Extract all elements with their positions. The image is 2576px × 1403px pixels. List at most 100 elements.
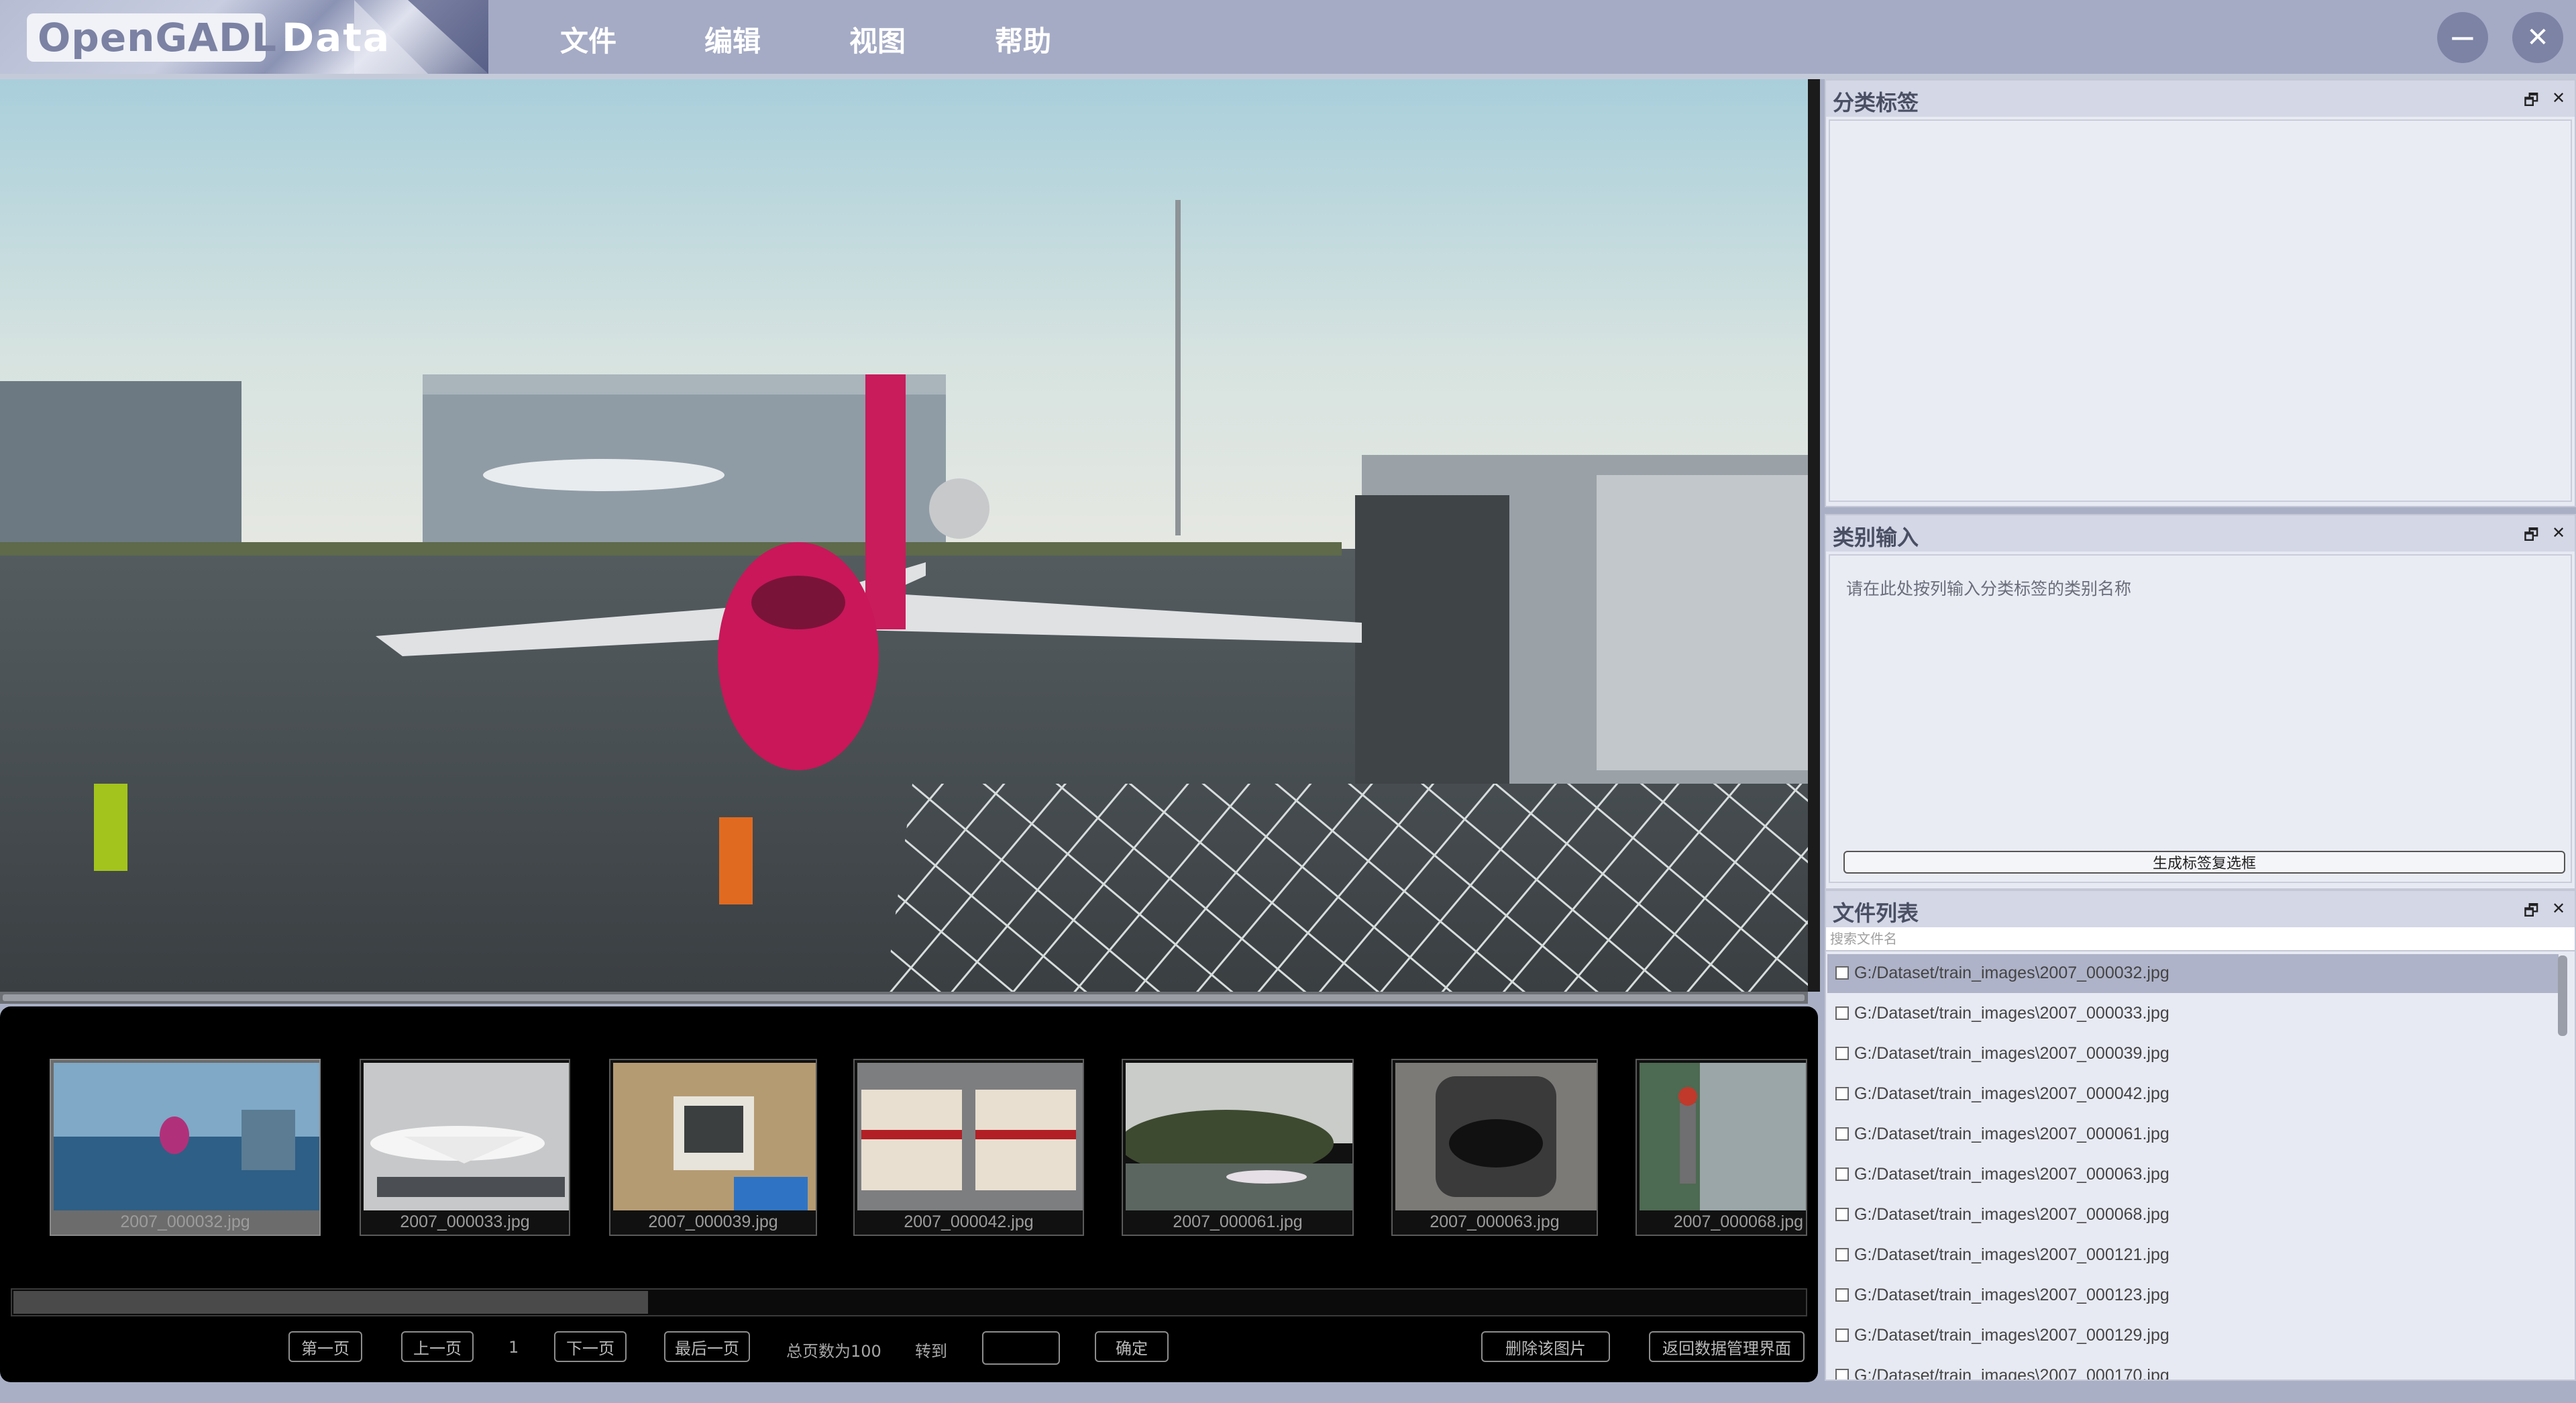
file-checkbox[interactable] bbox=[1835, 1208, 1849, 1221]
thumbnail-card[interactable]: 2007_000063.jpg bbox=[1391, 1059, 1598, 1236]
file-list-item[interactable]: G:/Dataset/train_images\2007_000170.jpg bbox=[1827, 1357, 2559, 1381]
file-checkbox[interactable] bbox=[1835, 966, 1849, 980]
file-checkbox[interactable] bbox=[1835, 1329, 1849, 1342]
file-search-input[interactable]: 搜索文件名 bbox=[1826, 927, 2575, 951]
back-to-data-management-button[interactable]: 返回数据管理界面 bbox=[1649, 1331, 1805, 1362]
scrollbar-thumb[interactable] bbox=[3, 994, 1805, 1001]
airport-photo bbox=[0, 79, 1808, 992]
goto-page-input[interactable] bbox=[982, 1331, 1060, 1365]
menu-view[interactable]: 视图 bbox=[849, 19, 906, 60]
panel-title: 分类标签 bbox=[1833, 90, 1919, 115]
thumbnail-caption: 2007_000039.jpg bbox=[648, 1212, 778, 1231]
close-icon[interactable]: ✕ bbox=[2552, 89, 2565, 107]
thumbnail-image bbox=[364, 1063, 569, 1210]
panel-title: 文件列表 bbox=[1833, 900, 1919, 926]
file-checkbox[interactable] bbox=[1835, 1127, 1849, 1141]
next-page-button[interactable]: 下一页 bbox=[554, 1331, 627, 1362]
file-path: G:/Dataset/train_images\2007_000039.jpg bbox=[1854, 1044, 2169, 1063]
file-list-item[interactable]: G:/Dataset/train_images\2007_000068.jpg bbox=[1827, 1196, 2559, 1235]
thumbnail-image bbox=[1126, 1063, 1352, 1210]
menu-help[interactable]: 帮助 bbox=[995, 19, 1051, 60]
confirm-button[interactable]: 确定 bbox=[1095, 1331, 1169, 1362]
first-page-button[interactable]: 第一页 bbox=[288, 1331, 362, 1362]
file-path: G:/Dataset/train_images\2007_000129.jpg bbox=[1854, 1326, 2169, 1345]
file-path: G:/Dataset/train_images\2007_000061.jpg bbox=[1854, 1125, 2169, 1143]
thumbnail-card[interactable]: 2007_000033.jpg bbox=[360, 1059, 570, 1236]
title-bar: OpenGADL Data 文件 编辑 视图 帮助 − ✕ bbox=[0, 0, 2576, 74]
thumbnail-caption: 2007_000042.jpg bbox=[904, 1212, 1034, 1231]
file-checkbox[interactable] bbox=[1835, 1006, 1849, 1020]
file-list-item[interactable]: G:/Dataset/train_images\2007_000032.jpg bbox=[1827, 954, 2559, 993]
thumbnail-panel: 2007_000032.jpg 2007_000033.jpg 2007_000… bbox=[0, 1006, 1818, 1382]
file-list-item[interactable]: G:/Dataset/train_images\2007_000063.jpg bbox=[1827, 1155, 2559, 1194]
current-page-number: 1 bbox=[508, 1338, 519, 1357]
file-list-item[interactable]: G:/Dataset/train_images\2007_000033.jpg bbox=[1827, 994, 2559, 1033]
vertical-splitter[interactable] bbox=[1808, 79, 1820, 992]
file-list-scrollbar[interactable] bbox=[2556, 955, 2569, 1371]
category-tags-area[interactable] bbox=[1829, 119, 2572, 502]
file-checkbox[interactable] bbox=[1835, 1087, 1849, 1100]
category-tags-panel: 分类标签 🗗 ✕ bbox=[1825, 79, 2576, 507]
close-icon[interactable]: ✕ bbox=[2552, 899, 2565, 918]
file-list-item[interactable]: G:/Dataset/train_images\2007_000042.jpg bbox=[1827, 1075, 2559, 1114]
file-list-item[interactable]: G:/Dataset/train_images\2007_000039.jpg bbox=[1827, 1035, 2559, 1074]
menu-file[interactable]: 文件 bbox=[560, 19, 616, 60]
file-path: G:/Dataset/train_images\2007_000042.jpg bbox=[1854, 1084, 2169, 1103]
logo-text-data: Data bbox=[282, 15, 391, 60]
thumbnail-image bbox=[1395, 1063, 1597, 1210]
file-list-item[interactable]: G:/Dataset/train_images\2007_000121.jpg bbox=[1827, 1236, 2559, 1275]
category-input-placeholder: 请在此处按列输入分类标签的类别名称 bbox=[1846, 579, 2132, 599]
thumbnail-card[interactable]: 2007_000061.jpg bbox=[1122, 1059, 1354, 1236]
thumbnail-scrollbar[interactable] bbox=[11, 1288, 1807, 1316]
thumbnail-caption: 2007_000061.jpg bbox=[1173, 1212, 1303, 1231]
thumbnail-card[interactable]: 2007_000068.jpg bbox=[1635, 1059, 1807, 1236]
app-logo: OpenGADL Data bbox=[0, 0, 488, 74]
file-checkbox[interactable] bbox=[1835, 1288, 1849, 1302]
panel-header: 文件列表 🗗 ✕ bbox=[1826, 891, 2575, 927]
file-list-item[interactable]: G:/Dataset/train_images\2007_000123.jpg bbox=[1827, 1276, 2559, 1315]
last-page-button[interactable]: 最后一页 bbox=[664, 1331, 750, 1362]
thumbnail-caption: 2007_000068.jpg bbox=[1673, 1212, 1803, 1231]
file-checkbox[interactable] bbox=[1835, 1167, 1849, 1181]
close-window-button[interactable]: ✕ bbox=[2512, 12, 2563, 63]
thumbnail-card[interactable]: 2007_000042.jpg bbox=[853, 1059, 1084, 1236]
delete-image-button[interactable]: 删除该图片 bbox=[1481, 1331, 1610, 1362]
float-icon[interactable]: 🗗 bbox=[2524, 523, 2539, 551]
logo-text-opengadl: OpenGADL bbox=[38, 15, 278, 60]
thumbnail-caption: 2007_000063.jpg bbox=[1430, 1212, 1560, 1231]
file-list-item[interactable]: G:/Dataset/train_images\2007_000129.jpg bbox=[1827, 1316, 2559, 1355]
file-path: G:/Dataset/train_images\2007_000123.jpg bbox=[1854, 1286, 2169, 1304]
main-image-view[interactable] bbox=[0, 79, 1808, 992]
scrollbar-thumb[interactable] bbox=[13, 1291, 648, 1314]
minimize-button[interactable]: − bbox=[2437, 12, 2488, 63]
file-checkbox[interactable] bbox=[1835, 1047, 1849, 1060]
close-icon[interactable]: ✕ bbox=[2552, 523, 2565, 542]
file-path: G:/Dataset/train_images\2007_000033.jpg bbox=[1854, 1004, 2169, 1023]
thumbnail-card[interactable]: 2007_000039.jpg bbox=[609, 1059, 817, 1236]
file-path: G:/Dataset/train_images\2007_000032.jpg bbox=[1854, 964, 2169, 982]
file-path: G:/Dataset/train_images\2007_000170.jpg bbox=[1854, 1366, 2169, 1381]
main-image-scrollbar[interactable] bbox=[0, 992, 1808, 1004]
goto-label: 转到 bbox=[915, 1342, 947, 1361]
thumbnail-image bbox=[1640, 1063, 1806, 1210]
file-checkbox[interactable] bbox=[1835, 1369, 1849, 1380]
file-checkbox[interactable] bbox=[1835, 1248, 1849, 1261]
float-icon[interactable]: 🗗 bbox=[2524, 899, 2539, 927]
thumbnail-caption: 2007_000033.jpg bbox=[400, 1212, 530, 1231]
scrollbar-thumb[interactable] bbox=[2558, 955, 2567, 1036]
float-icon[interactable]: 🗗 bbox=[2524, 89, 2539, 116]
thumbnail-card[interactable]: 2007_000032.jpg bbox=[50, 1059, 321, 1236]
thumbnail-image bbox=[613, 1063, 816, 1210]
panel-header: 类别输入 🗗 ✕ bbox=[1826, 515, 2575, 552]
prev-page-button[interactable]: 上一页 bbox=[401, 1331, 474, 1362]
generate-tag-checkboxes-button[interactable]: 生成标签复选框 bbox=[1843, 851, 2565, 874]
title-separator bbox=[0, 74, 2576, 79]
total-pages-label: 总页数为100 bbox=[786, 1342, 881, 1361]
panel-title: 类别输入 bbox=[1833, 525, 1919, 550]
file-path: G:/Dataset/train_images\2007_000068.jpg bbox=[1854, 1205, 2169, 1224]
category-input-textarea[interactable]: 请在此处按列输入分类标签的类别名称 生成标签复选框 bbox=[1829, 554, 2572, 883]
file-path: G:/Dataset/train_images\2007_000121.jpg bbox=[1854, 1245, 2169, 1264]
menu-edit[interactable]: 编辑 bbox=[704, 19, 761, 60]
minimize-icon: − bbox=[2449, 18, 2477, 57]
file-list-item[interactable]: G:/Dataset/train_images\2007_000061.jpg bbox=[1827, 1115, 2559, 1154]
